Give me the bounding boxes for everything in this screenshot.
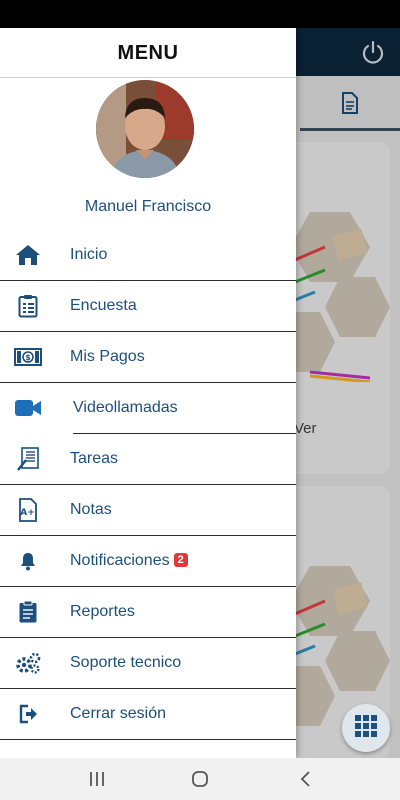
menu-item-videollamadas[interactable]: Videollamadas [0, 383, 296, 434]
menu-item-inicio[interactable]: Inicio [0, 230, 296, 281]
navigation-drawer: MENU Manuel Francisco Inicio Encuesta $ … [0, 28, 296, 758]
drawer-menu: Inicio Encuesta $ Mis Pagos Videollamada… [0, 230, 296, 740]
grid-menu-button[interactable] [342, 704, 390, 752]
system-nav-bar [0, 758, 400, 800]
clipboard-icon [14, 599, 42, 625]
svg-text:$: $ [25, 353, 31, 362]
avatar[interactable] [96, 80, 194, 178]
task-sheet-icon [14, 446, 42, 472]
home-circle-icon[interactable] [189, 768, 211, 790]
notification-badge: 2 [173, 553, 188, 567]
menu-item-mis-pagos[interactable]: $ Mis Pagos [0, 332, 296, 383]
menu-item-notas[interactable]: A+ Notas [0, 485, 296, 536]
menu-item-label: Notificaciones 2 [70, 552, 188, 570]
status-bar [0, 0, 400, 28]
user-name: Manuel Francisco [84, 198, 212, 215]
menu-item-cerrar-sesion[interactable]: Cerrar sesión [0, 689, 296, 740]
video-camera-icon [14, 395, 42, 421]
home-icon [14, 242, 42, 268]
menu-item-label: Encuesta [70, 297, 137, 314]
grid-icon [354, 714, 378, 743]
menu-item-label: Reportes [70, 603, 135, 620]
gears-icon [14, 650, 42, 676]
clipboard-list-icon [14, 293, 42, 319]
menu-item-soporte[interactable]: Soporte tecnico [0, 638, 296, 689]
drawer-title: MENU [0, 28, 296, 78]
menu-item-label: Cerrar sesión [70, 705, 167, 722]
money-bill-icon: $ [14, 344, 42, 370]
menu-item-label: Notas [70, 501, 112, 518]
menu-item-label: Tareas [70, 450, 119, 467]
menu-item-label: Soporte tecnico [70, 654, 182, 671]
back-icon[interactable] [294, 768, 316, 790]
bell-icon [14, 548, 42, 574]
menu-item-label: Mis Pagos [70, 348, 145, 365]
menu-item-tareas[interactable]: Tareas [0, 434, 296, 485]
menu-item-text: Notificaciones [70, 552, 170, 569]
recent-apps-icon[interactable] [86, 768, 108, 790]
menu-item-label: Inicio [70, 246, 108, 263]
sign-out-icon [14, 701, 42, 727]
svg-text:A+: A+ [20, 508, 35, 518]
menu-item-encuesta[interactable]: Encuesta [0, 281, 296, 332]
menu-item-reportes[interactable]: Reportes [0, 587, 296, 638]
divider [0, 739, 296, 740]
menu-item-notificaciones[interactable]: Notificaciones 2 [0, 536, 296, 587]
grade-file-icon: A+ [14, 497, 42, 523]
menu-item-label: Videollamadas [73, 399, 178, 416]
